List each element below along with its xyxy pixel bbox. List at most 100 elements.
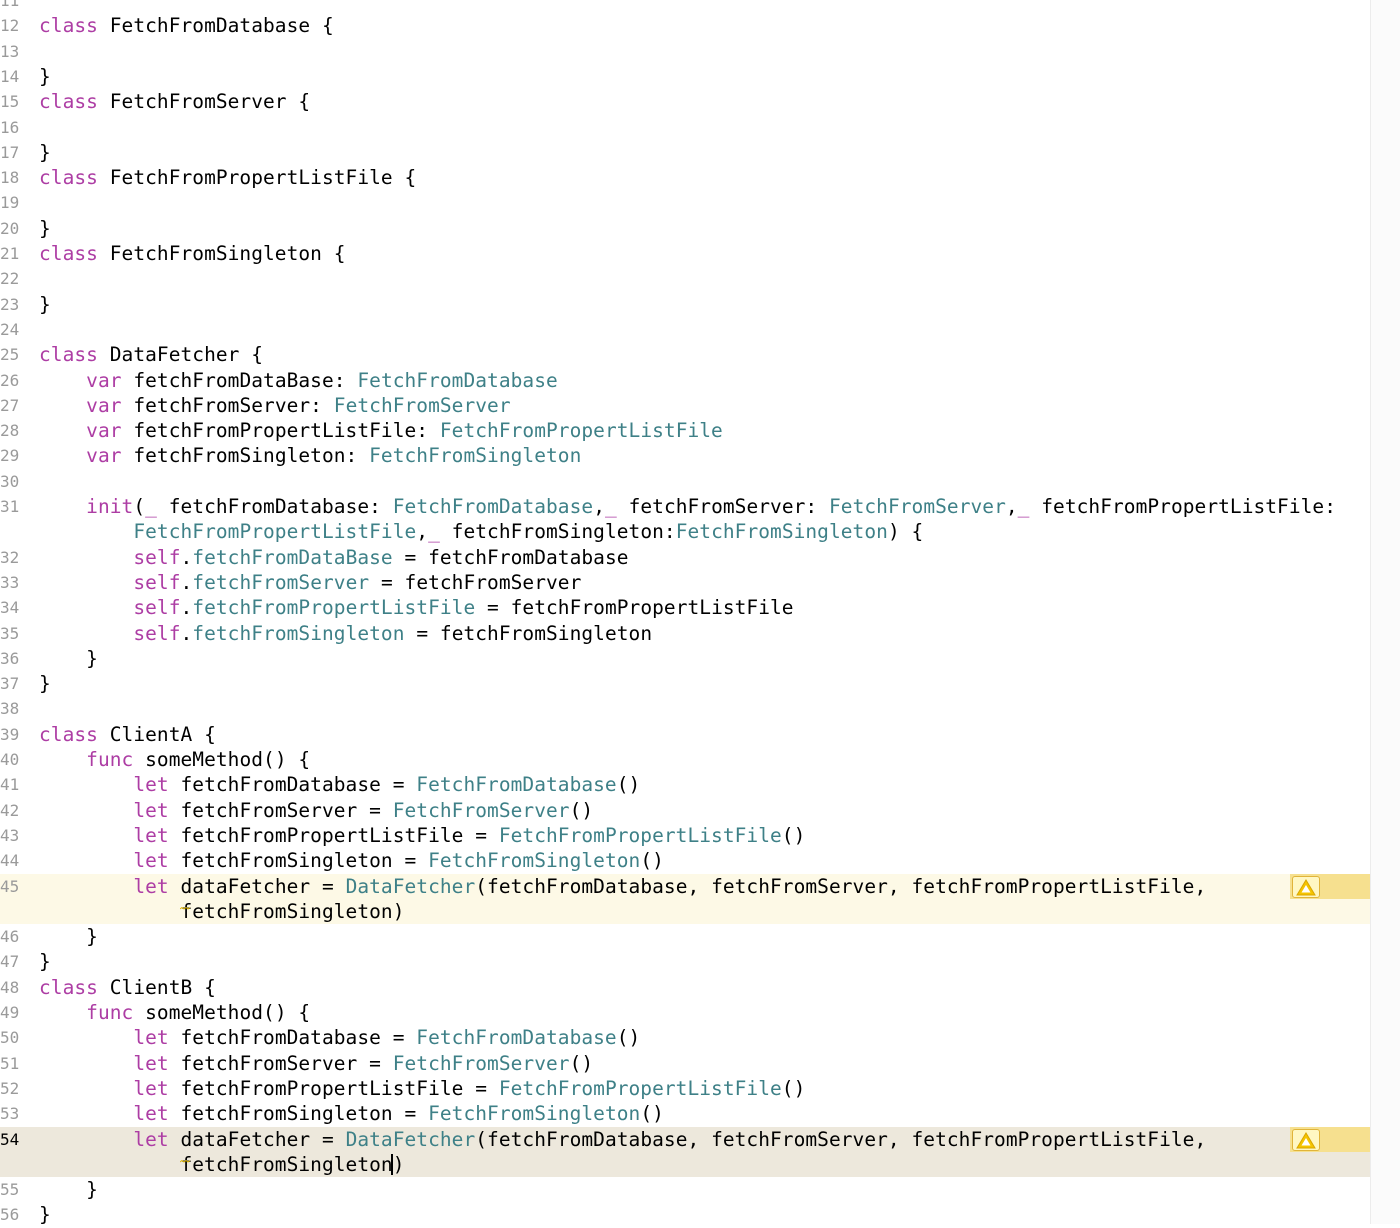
vertical-scrollbar[interactable] (1370, 0, 1400, 1224)
code-line[interactable]: 52 let fetchFromPropertListFile = FetchF… (0, 1076, 1370, 1101)
line-number: 47 (0, 952, 20, 972)
code-line[interactable]: 12 class FetchFromDatabase { (0, 13, 1370, 38)
code-line[interactable]: 55 } (0, 1177, 1370, 1202)
code-line[interactable]: 17} (0, 140, 1370, 165)
code-line[interactable]: 23} (0, 292, 1370, 317)
code-line[interactable]: 15 class FetchFromServer { (0, 89, 1370, 114)
keyword-token: self (133, 596, 181, 620)
type-token: FetchFromSingleton (369, 444, 582, 468)
code-text: var fetchFromDataBase: FetchFromDatabase (39, 368, 558, 393)
code-line[interactable]: 35 self.fetchFromSingleton = fetchFromSi… (0, 621, 1370, 646)
code-text: func someMethod() { (39, 747, 310, 772)
code-token: ( (133, 495, 146, 518)
code-line[interactable]: 30 (0, 469, 1370, 494)
code-line[interactable]: 44 let fetchFromSingleton = FetchFromSin… (0, 848, 1370, 873)
code-line[interactable]: fetchFromSingleton) (0, 1152, 1370, 1177)
code-line[interactable]: 22 (0, 266, 1370, 291)
code-text: self.fetchFromSingleton = fetchFromSingl… (39, 621, 652, 646)
line-number: 52 (0, 1078, 20, 1098)
code-line[interactable]: 40 func someMethod() { (0, 747, 1370, 772)
code-line[interactable]: 28 var fetchFromPropertListFile: FetchFr… (0, 418, 1370, 443)
type-token: FetchFromSingleton (675, 520, 888, 544)
code-token: . (180, 596, 193, 620)
type-token: FetchFromPropertListFile (133, 520, 417, 544)
code-line[interactable]: 34 self.fetchFromPropertListFile = fetch… (0, 595, 1370, 620)
code-line[interactable]: 31 init(_ fetchFromDatabase: FetchFromDa… (0, 494, 1370, 519)
code-line[interactable]: 51 let fetchFromServer = FetchFromServer… (0, 1051, 1370, 1076)
keyword-token: var (86, 419, 122, 443)
code-token: someMethod() { (133, 1001, 311, 1024)
code-token: fetchFromSingleton) (39, 899, 405, 923)
code-line[interactable]: 37} (0, 671, 1370, 696)
code-token: fetchFromServer: (121, 393, 334, 417)
type-token: fetchFromServer (192, 570, 370, 594)
line-number: 49 (0, 1003, 20, 1022)
code-line[interactable]: 46 } (0, 924, 1370, 949)
type-token: FetchFromServer (333, 393, 511, 417)
code-line[interactable]: 48 class ClientB { (0, 975, 1370, 1000)
code-line[interactable]: 47} (0, 949, 1370, 974)
code-line[interactable]: 49 func someMethod() { (0, 1000, 1370, 1025)
code-token: () (569, 1051, 594, 1075)
keyword-token: var (86, 368, 122, 392)
code-line[interactable]: 14} (0, 64, 1370, 89)
code-token: . (180, 570, 193, 594)
code-line[interactable]: 38 (0, 696, 1370, 721)
code-line[interactable]: FetchFromPropertListFile,_ fetchFromSing… (0, 519, 1370, 544)
code-line[interactable]: 36 } (0, 646, 1370, 671)
code-line[interactable]: 29 var fetchFromSingleton: FetchFromSing… (0, 443, 1370, 468)
code-line[interactable]: 42 let fetchFromServer = FetchFromServer… (0, 798, 1370, 823)
code-editor[interactable]: 11 12 class FetchFromDatabase {13 14} 15 clas… (0, 0, 1370, 1226)
code-line[interactable]: 21 class FetchFromSingleton { (0, 241, 1370, 266)
code-line[interactable]: 20} (0, 216, 1370, 241)
code-line[interactable]: 39 class ClientA { (0, 722, 1370, 747)
keyword-token: class (39, 90, 98, 114)
code-token: } (39, 925, 98, 949)
code-line[interactable]: 50 let fetchFromDatabase = FetchFromData… (0, 1025, 1370, 1050)
code-line[interactable]: 45 let dataFetcher = DataFetcher(fetchFr… (0, 874, 1370, 899)
code-text: fetchFromSingleton) (39, 899, 405, 924)
code-line[interactable]: 24 (0, 317, 1370, 342)
code-line[interactable]: 26 var fetchFromDataBase: FetchFromDatab… (0, 368, 1370, 393)
code-line[interactable]: 19 (0, 190, 1370, 215)
code-token: (fetchFromDatabase, fetchFromServer, fet… (475, 1127, 1207, 1151)
code-line[interactable]: 27 var fetchFromServer: FetchFromServer (0, 393, 1370, 418)
line-number: 50 (0, 1028, 20, 1048)
code-token: } (39, 64, 51, 88)
keyword-token: init (86, 495, 134, 518)
code-text: } (39, 64, 51, 89)
code-line[interactable]: 41 let fetchFromDatabase = FetchFromData… (0, 772, 1370, 797)
code-line[interactable]: 32 self.fetchFromDataBase = fetchFromDat… (0, 545, 1370, 570)
line-number: 34 (0, 598, 20, 618)
code-line[interactable]: 16 (0, 115, 1370, 140)
code-line[interactable]: 25 class DataFetcher { (0, 342, 1370, 367)
code-line[interactable]: 33 self.fetchFromServer = fetchFromServe… (0, 570, 1370, 595)
code-line[interactable]: fetchFromSingleton) (0, 899, 1370, 924)
keyword-token: let (133, 849, 169, 873)
code-line[interactable]: 53 let fetchFromSingleton = FetchFromSin… (0, 1101, 1370, 1126)
code-line[interactable]: 13 (0, 39, 1370, 64)
code-line[interactable]: 18 class FetchFromPropertListFile { (0, 165, 1370, 190)
code-token: (fetchFromDatabase, fetchFromServer, fet… (475, 874, 1207, 898)
code-token: () (616, 773, 641, 797)
line-number: 30 (0, 471, 20, 491)
line-number: 33 (0, 572, 20, 592)
line-number: 41 (0, 775, 20, 795)
code-token: fetchFromSingleton = (168, 849, 429, 873)
code-line[interactable]: 54 let dataFetcher = DataFetcher(fetchFr… (0, 1127, 1370, 1152)
code-line[interactable]: 43 let fetchFromPropertListFile = FetchF… (0, 823, 1370, 848)
code-token: () (640, 1102, 664, 1126)
line-number: 54 (0, 1129, 20, 1149)
code-line[interactable]: 11 (0, 0, 1370, 13)
line-number: 32 (0, 547, 20, 567)
keyword-token: let (133, 874, 169, 898)
code-text: fetchFromSingleton) (39, 1152, 405, 1177)
